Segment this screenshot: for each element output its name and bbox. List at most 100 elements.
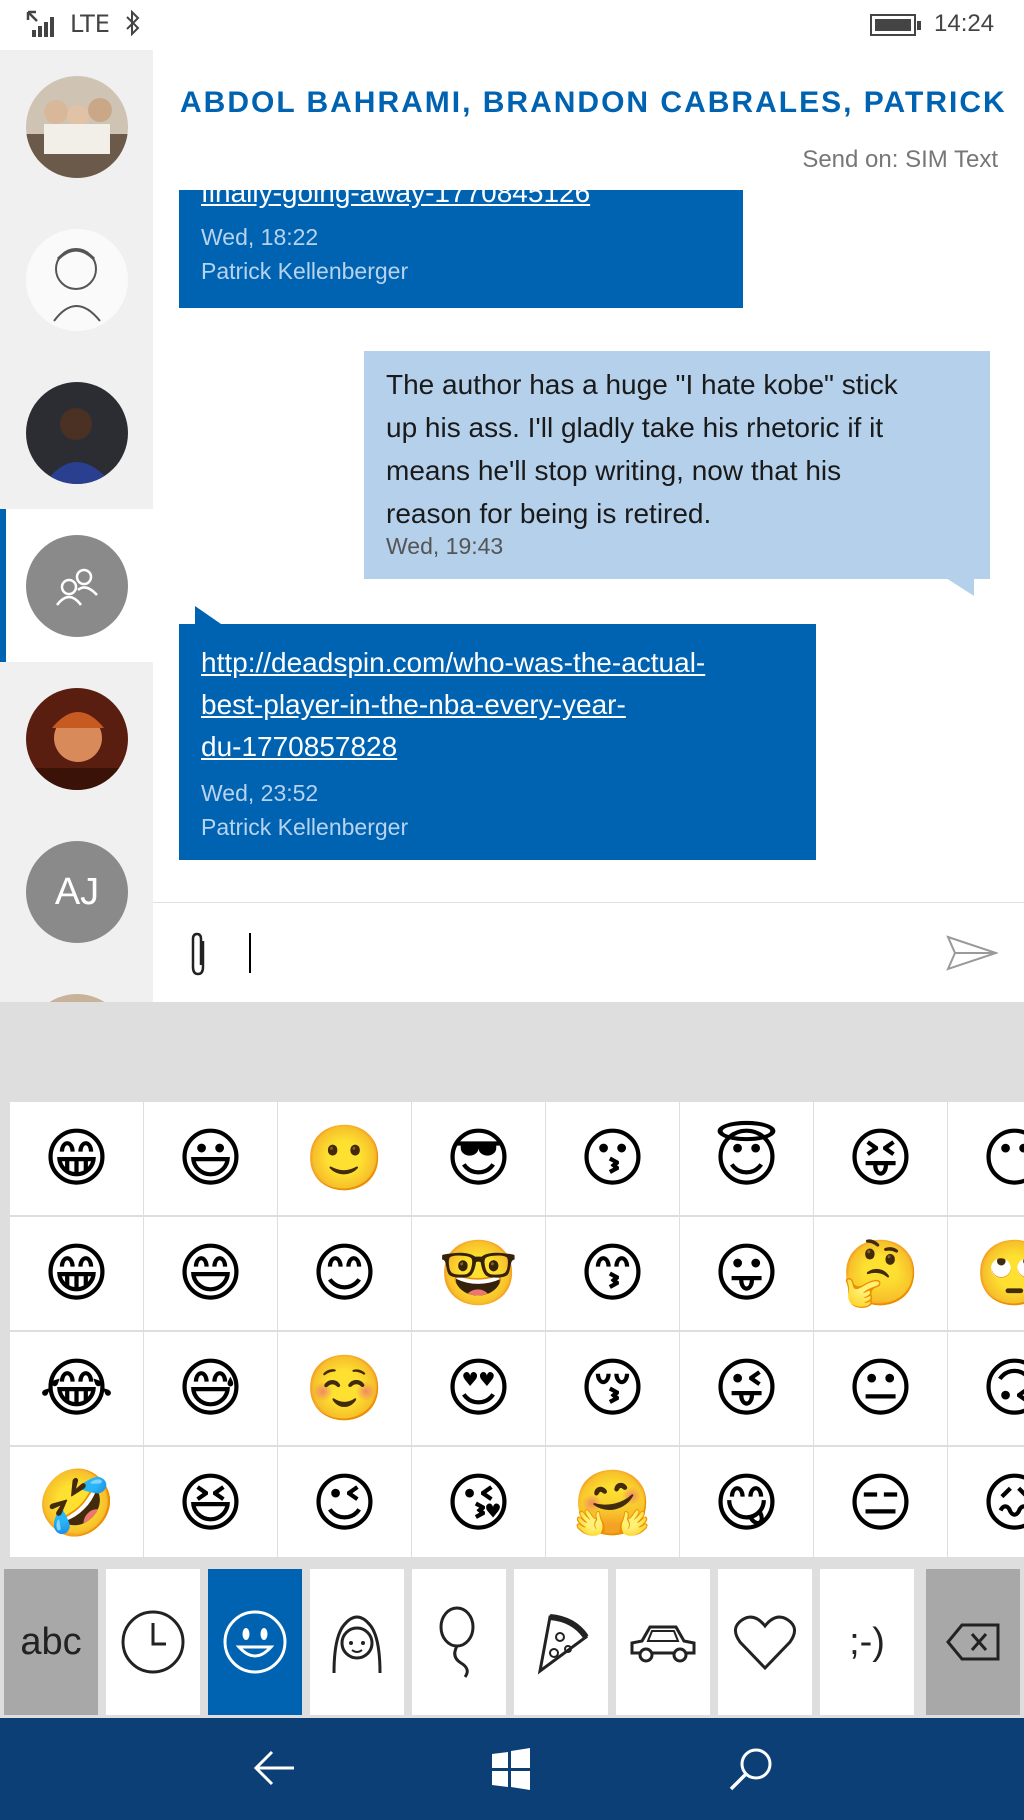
emoji-key[interactable]: 🤣 [10,1447,143,1557]
message-text-line: The author has a huge "I hate kobe" stic… [386,369,898,400]
emoji-glyph: 😇 [713,1121,780,1196]
emoji-glyph: 😁 [43,1121,110,1196]
emoji-key[interactable]: 😗 [546,1102,679,1215]
emoji-glyph: 😝 [847,1121,914,1196]
emoji-key[interactable]: 😛 [680,1217,813,1330]
emoji-glyph: 😁 [43,1236,110,1311]
car-icon[interactable] [616,1569,710,1715]
emoji-key[interactable]: 😁 [10,1217,143,1330]
emoji-glyph: 🤗 [572,1466,653,1541]
emoji-key[interactable]: 🤔 [814,1217,947,1330]
emoji-key[interactable]: 😖 [948,1447,1024,1557]
smiley-icon[interactable] [208,1569,302,1715]
message-link-line[interactable]: best-player-in-the-nba-every-year- [201,684,794,726]
status-bar: LTE 14:24 [0,0,1024,50]
heart-icon[interactable] [718,1569,812,1715]
emoji-key[interactable]: 😊 [278,1217,411,1330]
emoticon-key[interactable]: ;-) [820,1569,914,1715]
sidebar-item-contact-2[interactable] [0,203,153,356]
message-time: Wed, 23:52 [201,780,319,806]
windows-icon[interactable] [490,1748,532,1790]
message-input[interactable] [249,919,889,987]
sidebar-item-contact-3[interactable] [0,356,153,509]
group-avatar-icon [26,535,128,637]
emoji-key[interactable]: 😄 [144,1217,277,1330]
paperclip-icon[interactable] [187,931,209,977]
emoji-glyph: 😜 [713,1351,780,1426]
message-sender: Patrick Kellenberger [201,814,409,840]
message-list[interactable]: finally-going-away-1770845126 Wed, 18:22… [153,190,1024,902]
emoji-glyph: 🙄 [974,1236,1024,1311]
emoji-grid: 😁 😃 🙂 😎 😗 😇 😝 😶 😁 😄 😊 🤓 😙 😛 🤔 🙄 😂 😅 ☺️ 😍 😚 😜 😐 🙃 🤣 😆 😉 😘 🤗 😋 😑 😖 [10,1102,1024,1557]
emoji-key[interactable]: 🙄 [948,1217,1024,1330]
message-bubble-outgoing[interactable]: The author has a huge "I hate kobe" stic… [364,351,990,579]
emoji-key[interactable]: 🤓 [412,1217,545,1330]
clock-time: 14:24 [934,10,995,37]
message-text-line: means he'll stop writing, now that his [386,455,842,486]
emoji-key[interactable]: 😉 [278,1447,411,1557]
sidebar-item-contact-5[interactable] [0,662,153,815]
message-text-line: up his ass. I'll gladly take his rhetori… [386,412,884,443]
bluetooth-icon [126,10,140,36]
sidebar-item-partial[interactable] [0,968,153,1002]
emoji-key[interactable]: 😋 [680,1447,813,1557]
person-icon[interactable] [310,1569,404,1715]
send-on-selector[interactable]: Send on: SIM Text [802,146,998,174]
sidebar-item-contact-aj[interactable]: AJ [0,815,153,968]
message-bubble-incoming[interactable]: finally-going-away-1770845126 Wed, 18:22… [179,190,743,308]
emoji-key[interactable]: 😶 [948,1102,1024,1215]
emoji-key[interactable]: 😜 [680,1332,813,1445]
conversation-header: ABDOL BAHRAMI, BRANDON CABRALES, PATRICK [153,60,1024,130]
emoji-key[interactable]: 😍 [412,1332,545,1445]
emoji-glyph: 😶 [981,1121,1024,1196]
emoji-glyph: 😍 [445,1351,512,1426]
emoji-key[interactable]: 😆 [144,1447,277,1557]
emoji-key[interactable]: 😙 [546,1217,679,1330]
emoji-key[interactable]: 😇 [680,1102,813,1215]
search-icon[interactable] [728,1746,774,1792]
emoji-glyph: 😊 [311,1236,378,1311]
avatar-initials: AJ [26,841,128,943]
conversation-title[interactable]: ABDOL BAHRAMI, BRANDON CABRALES, PATRICK [180,86,1007,120]
send-icon[interactable] [946,935,998,971]
emoji-key[interactable]: 😎 [412,1102,545,1215]
back-icon[interactable] [252,1748,296,1788]
emoji-key[interactable]: 🙃 [948,1332,1024,1445]
network-type: LTE [70,10,110,38]
emoji-key[interactable]: ☺️ [278,1332,411,1445]
emoji-key[interactable]: 😃 [144,1102,277,1215]
sidebar-item-contact-1[interactable] [0,50,153,203]
message-link[interactable]: finally-going-away-1770845126 [201,190,721,214]
emoji-glyph: 🤔 [840,1236,921,1311]
emoji-glyph: 😎 [445,1121,512,1196]
emoji-key[interactable]: 😚 [546,1332,679,1445]
message-link-line[interactable]: du-1770857828 [201,726,794,768]
message-sender: Patrick Kellenberger [201,258,409,284]
emoji-key[interactable]: 😐 [814,1332,947,1445]
emoji-key[interactable]: 🤗 [546,1447,679,1557]
emoji-key[interactable]: 😑 [814,1447,947,1557]
emoji-glyph: 😋 [713,1466,780,1541]
emoji-key[interactable]: 😝 [814,1102,947,1215]
emoji-glyph: 🙂 [304,1121,385,1196]
message-bubble-incoming[interactable]: http://deadspin.com/who-was-the-actual- … [179,624,816,860]
emoji-keyboard: 😁 😃 🙂 😎 😗 😇 😝 😶 😁 😄 😊 🤓 😙 😛 🤔 🙄 😂 😅 ☺️ 😍 😚 😜 😐 🙃 🤣 😆 😉 😘 🤗 😋 😑 😖 abc [0,1002,1024,1718]
emoji-key[interactable]: 😁 [10,1102,143,1215]
emoji-key[interactable]: 😘 [412,1447,545,1557]
pizza-icon[interactable] [514,1569,608,1715]
clock-icon[interactable] [106,1569,200,1715]
emoji-key[interactable]: 🙂 [278,1102,411,1215]
sidebar-item-group-conversation[interactable] [0,509,153,662]
abc-key[interactable]: abc [4,1569,98,1715]
balloon-icon[interactable] [412,1569,506,1715]
battery-icon [870,14,921,36]
emoji-glyph: 😉 [311,1466,378,1541]
emoji-key[interactable]: 😅 [144,1332,277,1445]
avatar [26,688,128,790]
backspace-icon[interactable] [926,1569,1020,1715]
emoji-glyph: 🤣 [36,1466,117,1541]
avatar [26,994,128,1002]
message-link-line[interactable]: http://deadspin.com/who-was-the-actual- [201,642,794,684]
emoji-glyph: 😖 [981,1466,1024,1541]
emoji-key[interactable]: 😂 [10,1332,143,1445]
